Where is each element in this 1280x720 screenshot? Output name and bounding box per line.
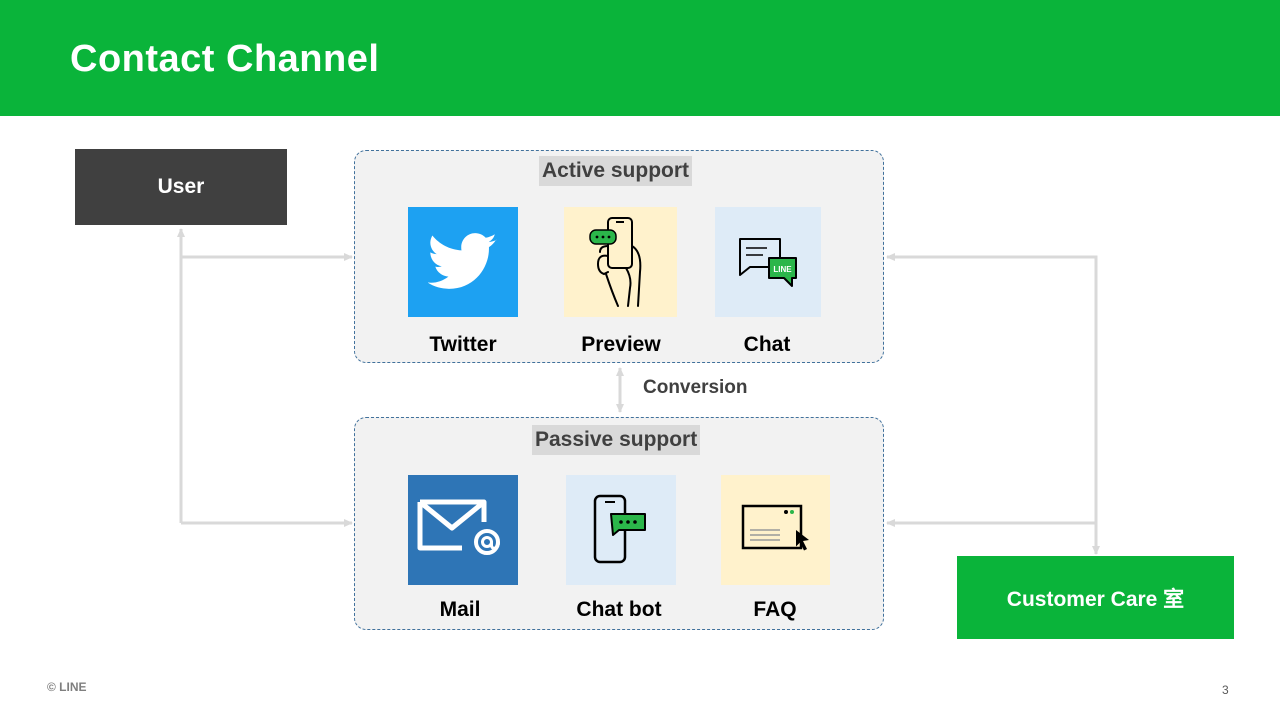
twitter-bird-icon — [428, 233, 497, 289]
line-footer-logo: © LINE — [47, 680, 87, 694]
envelope-at-icon — [417, 499, 500, 555]
passive-support-group: Passive support Mail Chat bot FAQ — [354, 417, 884, 630]
twitter-label: Twitter — [429, 333, 497, 356]
care-to-active-arrow — [886, 253, 1098, 553]
chatbot-tile — [566, 475, 676, 585]
conversion-label: Conversion — [643, 377, 748, 398]
mail-label: Mail — [439, 598, 481, 621]
faq-label: FAQ — [753, 598, 797, 621]
phone-chat-icon — [593, 494, 646, 564]
customer-care-node: Customer Care 室 — [957, 556, 1234, 639]
preview-label: Preview — [581, 333, 661, 356]
hand-phone-chat-icon — [588, 217, 641, 307]
active-support-title: Active support — [539, 156, 693, 186]
mail-tile — [408, 475, 518, 585]
preview-tile — [564, 207, 677, 317]
chat-tile: LINE — [715, 207, 821, 317]
passive-support-title: Passive support — [532, 425, 701, 455]
twitter-tile — [408, 207, 518, 317]
browser-cursor-icon — [741, 504, 809, 551]
faq-tile — [721, 475, 830, 585]
page-number: 3 — [1222, 683, 1229, 697]
active-support-group: Active support LINE Twitter Preview Chat — [354, 150, 884, 363]
chat-label: Chat — [743, 333, 791, 356]
svg-text:LINE: LINE — [773, 265, 792, 274]
line-chat-bubbles-icon: LINE — [739, 238, 797, 287]
user-node: User — [75, 149, 287, 225]
chatbot-label: Chat bot — [576, 598, 662, 621]
